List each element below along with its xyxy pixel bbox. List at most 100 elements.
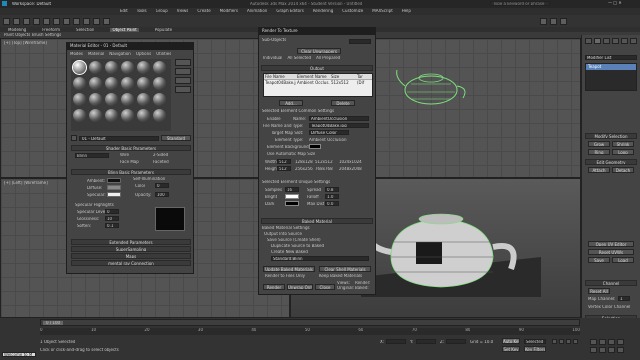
rollout-extended[interactable]: Extended Parameters bbox=[71, 239, 191, 245]
orbit-icon[interactable] bbox=[608, 347, 615, 353]
time-slider[interactable]: 0 / 100 bbox=[40, 319, 580, 326]
y-field[interactable] bbox=[416, 339, 436, 344]
material-slot[interactable] bbox=[121, 77, 134, 90]
material-slot[interactable] bbox=[121, 109, 134, 122]
size-128-button[interactable]: 128x128 bbox=[295, 160, 313, 164]
delete-element-button[interactable]: Delete bbox=[331, 100, 355, 106]
rollout-channel[interactable]: Channel bbox=[585, 280, 637, 286]
key-filters-button[interactable]: Key Filters... bbox=[524, 346, 546, 352]
ring-button[interactable]: Ring bbox=[588, 149, 610, 155]
material-slot[interactable] bbox=[105, 77, 118, 90]
material-slot[interactable] bbox=[89, 109, 102, 122]
search-input[interactable]: Type a keyword or phrase bbox=[490, 1, 550, 6]
output-table[interactable]: File Name Element Name Size Tar Teapot04… bbox=[263, 73, 373, 97]
self-illum-color-checkbox[interactable]: Color bbox=[135, 184, 145, 188]
render-to-files-checkbox[interactable]: Render to Files Only bbox=[265, 274, 305, 278]
material-slot[interactable] bbox=[105, 109, 118, 122]
fov-icon[interactable] bbox=[590, 347, 597, 353]
menu-group[interactable]: Group bbox=[156, 9, 168, 13]
x-field[interactable] bbox=[386, 339, 406, 344]
move-icon[interactable] bbox=[53, 18, 60, 25]
height-field[interactable]: 512 bbox=[277, 166, 291, 171]
rollout-mental-ray[interactable]: mental ray Connection bbox=[71, 260, 191, 266]
go-start-icon[interactable] bbox=[552, 339, 557, 344]
maxscript-listener[interactable]: Welcome to M bbox=[2, 352, 36, 357]
background-icon[interactable] bbox=[175, 77, 191, 84]
zoom-icon[interactable] bbox=[590, 339, 597, 345]
auto-key-button[interactable]: Auto Key bbox=[502, 338, 520, 344]
me-menu-utilities[interactable]: Utilities bbox=[156, 52, 171, 56]
reset-uvws-button[interactable]: Reset UVWs bbox=[588, 249, 634, 255]
material-slot-selected[interactable] bbox=[72, 60, 87, 75]
element-bg-swatch[interactable] bbox=[309, 144, 321, 149]
menu-create[interactable]: Create bbox=[197, 9, 210, 13]
align-icon[interactable] bbox=[103, 18, 110, 25]
undo-icon[interactable] bbox=[3, 18, 10, 25]
next-frame-icon[interactable] bbox=[573, 339, 578, 344]
faceted-checkbox[interactable]: Faceted bbox=[153, 160, 169, 164]
size-256-button[interactable]: 256x256 bbox=[295, 167, 313, 171]
table-row[interactable]: Teapot04Bake.jpg Ambient Occlus... 512x5… bbox=[264, 80, 372, 86]
maximize-viewport-icon[interactable] bbox=[617, 347, 624, 353]
unwrap-only-button[interactable]: Unwrap Only bbox=[287, 284, 313, 290]
pick-material-icon[interactable] bbox=[71, 135, 77, 141]
loop-button[interactable]: Loop bbox=[612, 149, 634, 155]
create-tab-icon[interactable] bbox=[585, 38, 592, 44]
menu-modifiers[interactable]: Modifiers bbox=[220, 9, 238, 13]
col-size[interactable]: Size bbox=[330, 74, 356, 79]
viewport-label-top[interactable]: [+] [Top] [Wireframe] bbox=[4, 41, 47, 45]
falloff-field[interactable]: 1.0 bbox=[325, 194, 339, 199]
link-icon[interactable] bbox=[23, 18, 30, 25]
material-slot[interactable] bbox=[105, 61, 118, 74]
render-setup-icon[interactable] bbox=[540, 18, 547, 25]
save-source-radio[interactable]: Save Source (Create Shell) bbox=[267, 238, 321, 242]
select-icon[interactable] bbox=[43, 18, 50, 25]
shader-type-dropdown[interactable]: Blinn bbox=[75, 153, 109, 158]
render-button[interactable]: Render bbox=[263, 284, 285, 290]
duplicate-source-radio[interactable]: Duplicate Source to Baked bbox=[271, 244, 324, 248]
menu-animation[interactable]: Animation bbox=[247, 9, 267, 13]
baked-type-dropdown[interactable]: Standard:Blinn bbox=[271, 256, 369, 261]
modifier-list-dropdown[interactable]: Modifier List bbox=[585, 55, 637, 60]
material-slot[interactable] bbox=[121, 93, 134, 106]
size-512-button[interactable]: 512x512 bbox=[315, 160, 333, 164]
render-to-texture-window[interactable]: Render To Texture Sub-Objects Clear Unwr… bbox=[258, 27, 376, 295]
material-slot[interactable] bbox=[137, 109, 150, 122]
menu-customize[interactable]: Customize bbox=[342, 9, 363, 13]
render-frame-icon[interactable] bbox=[550, 18, 557, 25]
material-slot[interactable] bbox=[137, 93, 150, 106]
material-slot[interactable] bbox=[153, 77, 166, 90]
timeline-track[interactable]: 0 10 20 30 40 50 60 70 80 90 100 bbox=[40, 328, 580, 335]
baked-material-rollout[interactable]: Baked Material bbox=[261, 218, 373, 224]
zoom-extents-icon[interactable] bbox=[608, 339, 615, 345]
material-slot[interactable] bbox=[153, 93, 166, 106]
file-name-field[interactable]: Teapot04Bake.jpg bbox=[309, 123, 369, 128]
update-baked-button[interactable]: Update Baked Materials bbox=[263, 266, 315, 272]
me-menu-options[interactable]: Options bbox=[136, 52, 151, 56]
render-teapot-icon[interactable] bbox=[560, 18, 567, 25]
wire-checkbox[interactable]: Wire bbox=[120, 153, 129, 157]
element-name-field[interactable]: AmbientOcclusion bbox=[309, 116, 369, 121]
detach-button[interactable]: Detach bbox=[612, 167, 634, 173]
paint-objects-label[interactable]: Paint Objects bbox=[4, 33, 30, 37]
modifier-stack-item[interactable]: Teapot bbox=[586, 64, 636, 70]
bright-swatch[interactable] bbox=[285, 194, 299, 199]
material-slot[interactable] bbox=[121, 61, 134, 74]
me-menu-modes[interactable]: Modes bbox=[70, 52, 83, 56]
diffuse-swatch[interactable] bbox=[107, 185, 121, 190]
self-illum-value[interactable]: 0 bbox=[155, 183, 169, 188]
individual-radio[interactable]: Individual bbox=[263, 56, 282, 60]
shrink-button[interactable]: Shrink bbox=[612, 141, 634, 147]
attach-button[interactable]: Attach bbox=[588, 167, 610, 173]
menu-views[interactable]: Views bbox=[177, 9, 189, 13]
rollout-modify-selection[interactable]: Modify Selection bbox=[585, 133, 637, 139]
motion-tab-icon[interactable] bbox=[612, 38, 619, 44]
output-rollout[interactable]: Output bbox=[261, 65, 373, 71]
save-uv-button[interactable]: Save bbox=[588, 257, 610, 263]
samples-field[interactable]: 16 bbox=[285, 187, 299, 192]
material-slot[interactable] bbox=[153, 61, 166, 74]
rollout-maps[interactable]: Maps bbox=[71, 253, 191, 259]
material-editor-window[interactable]: Material Editor - 01 - Default Modes Mat… bbox=[66, 42, 194, 274]
rollout-blinn-basic[interactable]: Blinn Basic Parameters bbox=[71, 169, 191, 175]
rollout-supersampling[interactable]: SuperSampling bbox=[71, 246, 191, 252]
